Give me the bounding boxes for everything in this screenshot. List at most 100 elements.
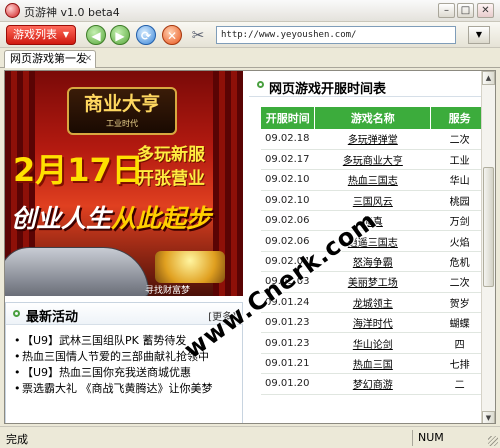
table-row[interactable]: 09.02.17 多玩商业大亨 工业 — [261, 149, 489, 171]
stop-icon[interactable]: ✕ — [162, 25, 182, 45]
address-dropdown-icon[interactable]: ▼ — [468, 26, 490, 44]
banner-date: 2月17日 — [13, 151, 144, 189]
server-schedule-panel: 网页游戏开服时间表 开服时间 游戏名称 服务 09.02.18 多玩弹弹堂 二次 09… — [249, 71, 489, 423]
tab-close-icon[interactable]: ✕ — [84, 51, 92, 67]
banner-promo: 多玩新服 开张营业 — [137, 143, 237, 191]
minimize-button[interactable]: – — [438, 3, 455, 18]
game-logo: 商业大亨 工业时代 — [67, 87, 177, 135]
schedule-table: 开服时间 游戏名称 服务 09.02.18 多玩弹弹堂 二次 09.02.17 多玩商业… — [261, 107, 489, 395]
game-list-label: 游戏列表 — [13, 28, 57, 41]
news-item-text: 热血三国情人节爱的三部曲献礼抢领中 — [22, 350, 209, 363]
row-date: 09.02.04 — [261, 251, 315, 273]
row-server: 工业 — [430, 149, 489, 171]
row-server: 危机 — [430, 251, 489, 273]
refresh-icon[interactable]: ⟳ — [136, 25, 156, 45]
list-item[interactable]: • 【U9】热血三国你充我送商城优惠 — [14, 365, 240, 381]
row-date: 09.02.06 — [261, 230, 315, 252]
window-title: 页游神 v1.0 beta4 — [24, 6, 120, 19]
status-bar: 完成 NUM — [0, 426, 500, 448]
table-row[interactable]: 09.01.21 热血三国 七排 — [261, 353, 489, 375]
more-link[interactable]: [更多] — [208, 308, 236, 323]
row-game-link[interactable]: 三国风云 — [314, 190, 431, 212]
table-row[interactable]: 09.01.23 华山论剑四 — [261, 332, 489, 354]
back-arrow-icon[interactable]: ◀ — [86, 25, 106, 45]
maximize-button[interactable]: □ — [457, 3, 474, 18]
forward-arrow-icon[interactable]: ▶ — [110, 25, 130, 45]
list-item[interactable]: • 票选霸大礼 《商战飞黄腾达》让你美梦 — [14, 381, 240, 397]
row-game-link[interactable]: 梦幻商游 — [314, 373, 431, 395]
row-date: 09.01.20 — [261, 373, 315, 395]
chevron-down-icon: ▼ — [62, 30, 69, 39]
web-content: 商业大亨 工业时代 2月17日 多玩新服 开张营业 创业人生从此起步 寻找财富梦… — [4, 70, 496, 424]
table-row[interactable]: 09.02.06 修真 万剑 — [261, 210, 489, 232]
bullet-circle-icon — [13, 310, 20, 317]
car-image — [5, 247, 149, 296]
promo-line-1: 多玩新服 — [137, 145, 205, 165]
promo-banner[interactable]: 商业大亨 工业时代 2月17日 多玩新服 开张营业 创业人生从此起步 寻找财富梦 — [5, 71, 243, 296]
row-game-link[interactable]: 热血三国志 — [314, 169, 431, 191]
scroll-up-icon[interactable]: ▲ — [482, 71, 495, 85]
latest-events-panel: 最新活动 [更多] • 【U9】武林三国组队PK 蓄势待发 • 热血三国情人节爱的三… — [5, 302, 243, 423]
list-item[interactable]: • 【U9】武林三国组队PK 蓄势待发 — [14, 333, 240, 349]
bullet-circle-icon — [257, 81, 264, 88]
news-item-text: 【U9】武林三国组队PK 蓄势待发 — [22, 334, 187, 347]
row-game-link[interactable]: 热血三国 — [314, 353, 431, 375]
num-lock-indicator: NUM — [418, 431, 444, 444]
promo-line-2: 开张营业 — [137, 169, 205, 189]
row-date: 09.02.06 — [261, 210, 315, 232]
logo-subtitle: 工业时代 — [106, 119, 138, 128]
row-server: 华山 — [430, 169, 489, 191]
column-header-server: 服务 — [430, 107, 489, 129]
row-game-link[interactable]: 逍遥三国志 — [314, 230, 431, 252]
tools-icon[interactable]: ✂ — [188, 25, 208, 45]
title-bar: 页游神 v1.0 beta4 – □ ✕ — [0, 0, 500, 22]
toolbar: 游戏列表 ▼ ◀ ▶ ⟳ ✕ ✂ http://www.yeyoushen.co… — [0, 22, 500, 48]
table-row[interactable]: 09.02.04 怒海争霸 危机 — [261, 251, 489, 273]
address-bar[interactable]: http://www.yeyoushen.com/ — [216, 26, 456, 44]
row-game-link[interactable]: 多玩商业大亨 — [314, 149, 431, 171]
slogan-suffix: 从此起步 — [111, 204, 212, 233]
table-row[interactable]: 09.01.24 龙城领主 贺岁 — [261, 292, 489, 314]
table-row[interactable]: 09.02.10 三国风云 桃园 — [261, 190, 489, 212]
table-row[interactable]: 09.02.06 逍遥三国志 火焰 — [261, 230, 489, 252]
row-game-link[interactable]: 多玩弹弹堂 — [314, 129, 431, 150]
schedule-title: 网页游戏开服时间表 — [269, 82, 387, 97]
row-server: 二次 — [430, 129, 489, 150]
row-game-link[interactable]: 怒海争霸 — [314, 251, 431, 273]
schedule-header: 网页游戏开服时间表 — [249, 71, 481, 97]
row-date: 09.02.10 — [261, 190, 315, 212]
row-date: 09.02.10 — [261, 169, 315, 191]
close-button[interactable]: ✕ — [477, 3, 494, 18]
list-item[interactable]: • 热血三国情人节爱的三部曲献礼抢领中 — [14, 349, 240, 365]
row-game-link[interactable]: 美丽梦工场 — [314, 271, 431, 293]
logo-title: 商业大亨 — [83, 93, 160, 115]
news-title: 最新活动 — [26, 310, 79, 325]
row-server: 桃园 — [430, 190, 489, 212]
banner-subtitle: 寻找财富梦 — [145, 286, 191, 296]
row-game-link[interactable]: 龙城领主 — [314, 292, 431, 314]
news-item-text: 票选霸大礼 《商战飞黄腾达》让你美梦 — [22, 382, 213, 395]
table-row[interactable]: 09.01.23 海洋时代 蝴蝶 — [261, 312, 489, 334]
table-row[interactable]: 09.02.10 热血三国志 华山 — [261, 169, 489, 191]
scroll-thumb[interactable] — [483, 167, 494, 287]
game-list-button[interactable]: 游戏列表 ▼ — [6, 25, 76, 45]
column-header-game: 游戏名称 — [314, 107, 432, 129]
row-server: 蝴蝶 — [430, 312, 489, 334]
row-server: 火焰 — [430, 230, 489, 252]
row-server: 四 — [430, 332, 489, 354]
table-row[interactable]: 09.02.03 美丽梦工场 二次 — [261, 271, 489, 293]
row-date: 09.02.18 — [261, 129, 315, 150]
row-game-link[interactable]: 海洋时代 — [314, 312, 431, 334]
row-game-link[interactable]: 修真 — [314, 210, 431, 232]
row-date: 09.02.03 — [261, 271, 315, 293]
row-server: 二 — [430, 373, 489, 395]
tab-web-games[interactable]: 网页游戏第一发 ✕ — [4, 50, 96, 68]
slogan-prefix: 创业人生 — [11, 204, 112, 233]
table-row[interactable]: 09.02.18 多玩弹弹堂 二次 — [261, 129, 489, 150]
row-date: 09.01.24 — [261, 292, 315, 314]
scroll-down-icon[interactable]: ▼ — [482, 411, 495, 423]
row-game-link[interactable]: 华山论剑 — [314, 332, 431, 354]
resize-grip-icon[interactable] — [488, 436, 498, 446]
vertical-scrollbar[interactable]: ▲ ▼ — [481, 71, 495, 423]
table-row[interactable]: 09.01.20 梦幻商游二 — [261, 373, 489, 395]
